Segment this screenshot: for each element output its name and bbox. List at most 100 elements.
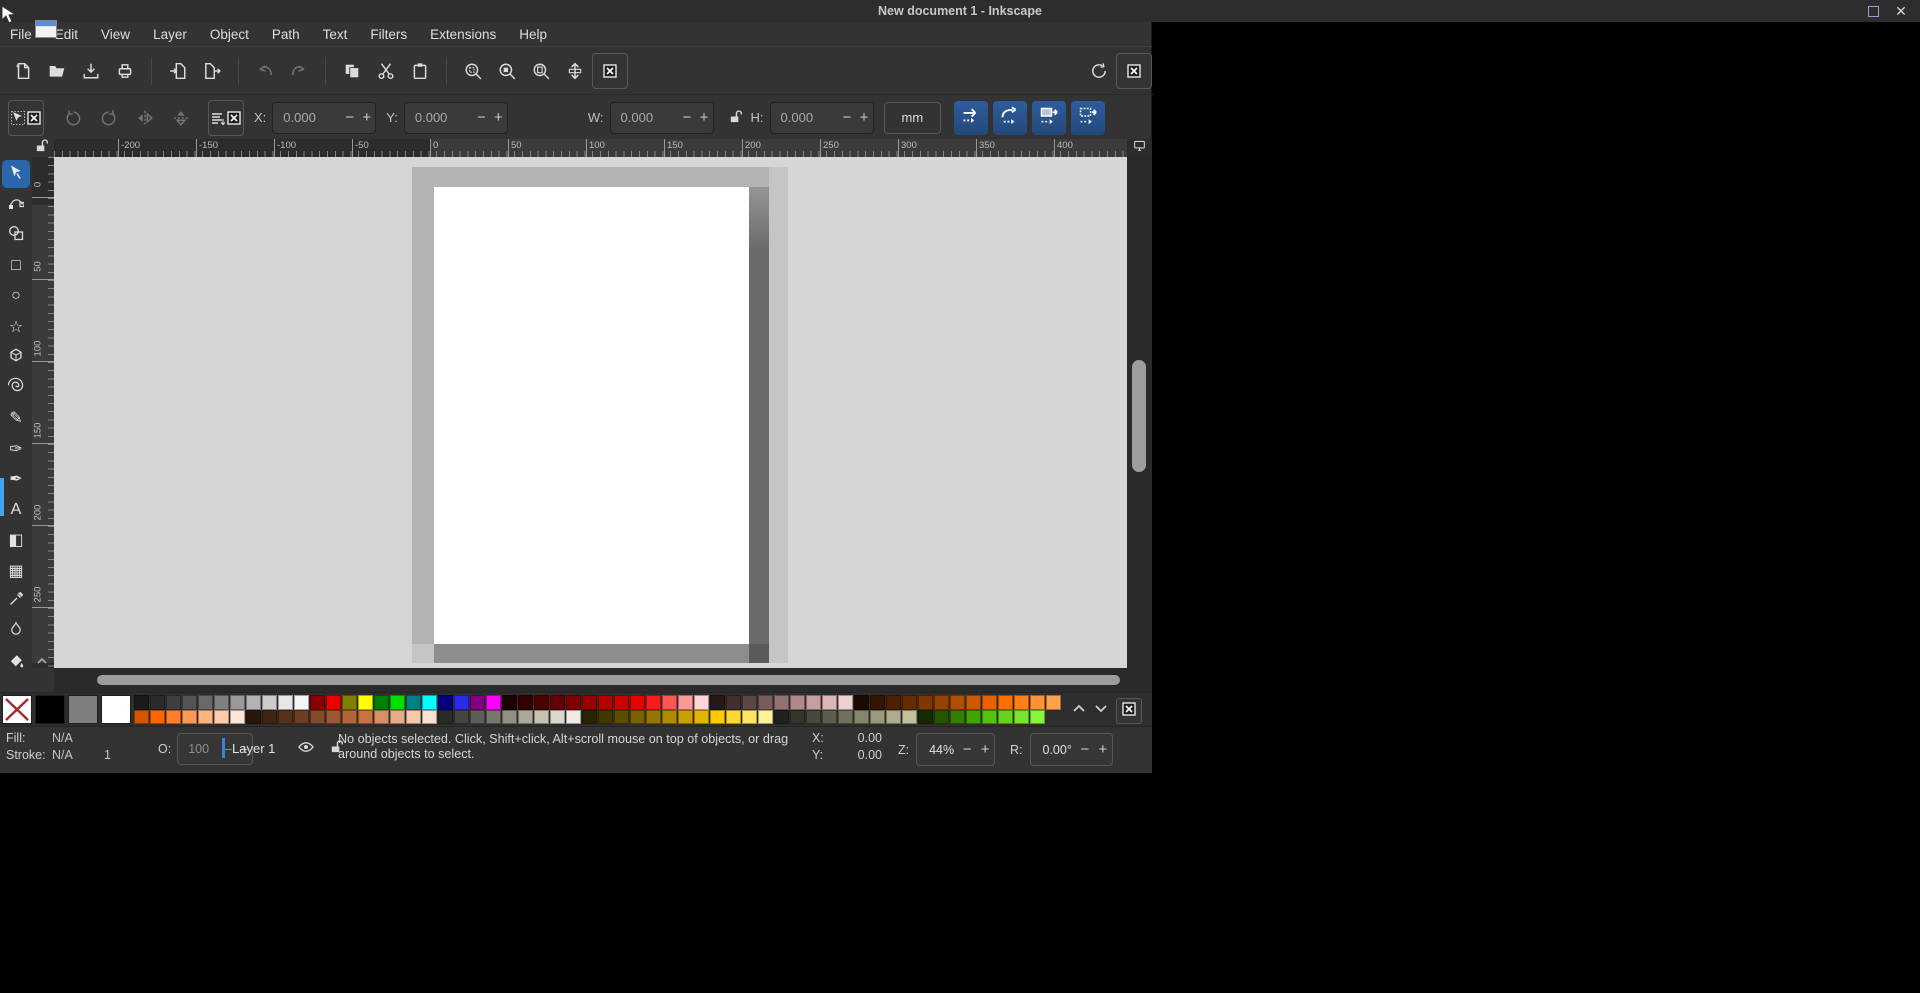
gradient-tool[interactable]: ◧ [2,526,30,554]
color-swatch[interactable] [966,710,981,725]
color-swatch[interactable] [326,710,341,725]
color-swatch[interactable] [550,695,565,710]
rotation-increment[interactable]: + [1094,741,1112,758]
black-swatch[interactable] [35,695,65,724]
print-button[interactable] [108,54,142,88]
y-input[interactable]: 0.000 [405,110,473,125]
color-swatch[interactable] [310,710,325,725]
palette-scroll-up-button[interactable] [1072,700,1086,718]
shape-builder-tool[interactable] [2,221,30,249]
gray-swatch[interactable] [68,695,98,724]
color-swatch[interactable] [886,695,901,710]
color-swatch[interactable] [390,695,405,710]
h-decrement[interactable]: − [839,109,856,126]
layer-visibility-toggle[interactable] [291,739,321,758]
color-swatch[interactable] [150,695,165,710]
pen-tool[interactable]: ✒ [2,465,30,493]
horizontal-scrollbar[interactable] [54,668,1152,692]
calligraphy-tool[interactable]: ✑ [2,435,30,463]
color-swatch[interactable] [870,710,885,725]
color-swatch[interactable] [518,710,533,725]
color-swatch[interactable] [678,710,693,725]
zoom-selection-button[interactable] [456,54,490,88]
color-swatch[interactable] [422,710,437,725]
color-swatch[interactable] [582,710,597,725]
import-button[interactable] [161,54,195,88]
color-swatch[interactable] [214,710,229,725]
color-swatch[interactable] [822,695,837,710]
x-increment[interactable]: + [358,109,375,126]
color-swatch[interactable] [806,710,821,725]
color-swatch[interactable] [822,710,837,725]
color-swatch[interactable] [726,710,741,725]
menu-text[interactable]: Text [323,27,348,42]
color-swatch[interactable] [598,695,613,710]
fill-stroke-indicator[interactable]: Fill: N/A Stroke: N/A 1 [6,731,124,762]
color-swatch[interactable] [774,710,789,725]
rectangle-tool[interactable]: □ [2,252,30,280]
lock-ratio-toggle[interactable] [728,109,743,127]
duplicate-button[interactable] [335,54,369,88]
color-swatch[interactable] [726,695,741,710]
lock-guides-toggle[interactable] [30,139,52,157]
color-swatch[interactable] [614,710,629,725]
color-swatch[interactable] [182,695,197,710]
w-decrement[interactable]: − [679,109,696,126]
color-swatch[interactable] [646,695,661,710]
rotation-reset-button[interactable] [1082,54,1116,88]
color-swatch[interactable] [790,695,805,710]
selection-mode-button[interactable] [8,100,44,136]
color-swatch[interactable] [374,695,389,710]
color-swatch[interactable] [1046,695,1061,710]
color-swatch[interactable] [246,710,261,725]
palette-config-button[interactable] [1116,698,1142,724]
color-swatch[interactable] [534,695,549,710]
w-input[interactable]: 0.000 [611,110,679,125]
affect-patterns-button[interactable] [1071,101,1105,135]
x-input[interactable]: 0.000 [273,110,341,125]
color-swatch[interactable] [758,710,773,725]
toolbar-overflow-button[interactable] [1116,53,1152,89]
menu-view[interactable]: View [101,27,130,42]
color-swatch[interactable] [230,695,245,710]
color-swatch[interactable] [502,710,517,725]
color-swatch[interactable] [950,710,965,725]
color-swatch[interactable] [134,710,149,725]
color-swatch[interactable] [470,695,485,710]
no-color-swatch[interactable] [2,695,32,724]
color-swatch[interactable] [358,710,373,725]
color-swatch[interactable] [598,710,613,725]
h-increment[interactable]: + [856,109,873,126]
color-swatch[interactable] [454,710,469,725]
w-increment[interactable]: + [696,109,713,126]
horizontal-scrollbar-thumb[interactable] [97,675,1120,685]
close-button[interactable]: ✕ [1894,4,1908,18]
y-decrement[interactable]: − [473,109,490,126]
affect-corners-button[interactable] [993,101,1027,135]
zoom-input[interactable]: 44% [917,743,958,757]
rotation-input[interactable]: 0.00° [1031,743,1076,757]
color-swatch[interactable] [966,695,981,710]
color-swatch[interactable] [934,695,949,710]
cms-adjust-toggle[interactable] [1127,139,1152,157]
paint-bucket-tool[interactable] [2,648,30,676]
y-increment[interactable]: + [490,109,507,126]
zoom-increment[interactable]: + [976,741,994,758]
h-input[interactable]: 0.000 [771,110,839,125]
color-swatch[interactable] [694,710,709,725]
color-swatch[interactable] [374,710,389,725]
color-swatch[interactable] [518,695,533,710]
spiral-tool[interactable] [2,374,30,402]
vertical-ruler[interactable]: 050100150200250 [32,157,54,668]
color-swatch[interactable] [614,695,629,710]
vertical-scrollbar-thumb[interactable] [1132,360,1146,472]
node-tool[interactable] [2,191,30,219]
color-swatch[interactable] [630,695,645,710]
new-document-button[interactable] [6,54,40,88]
color-swatch[interactable] [950,695,965,710]
color-swatch[interactable] [198,695,213,710]
color-swatch[interactable] [742,710,757,725]
menu-extensions[interactable]: Extensions [430,27,496,42]
pencil-tool[interactable]: ✎ [2,404,30,432]
color-swatch[interactable] [774,695,789,710]
